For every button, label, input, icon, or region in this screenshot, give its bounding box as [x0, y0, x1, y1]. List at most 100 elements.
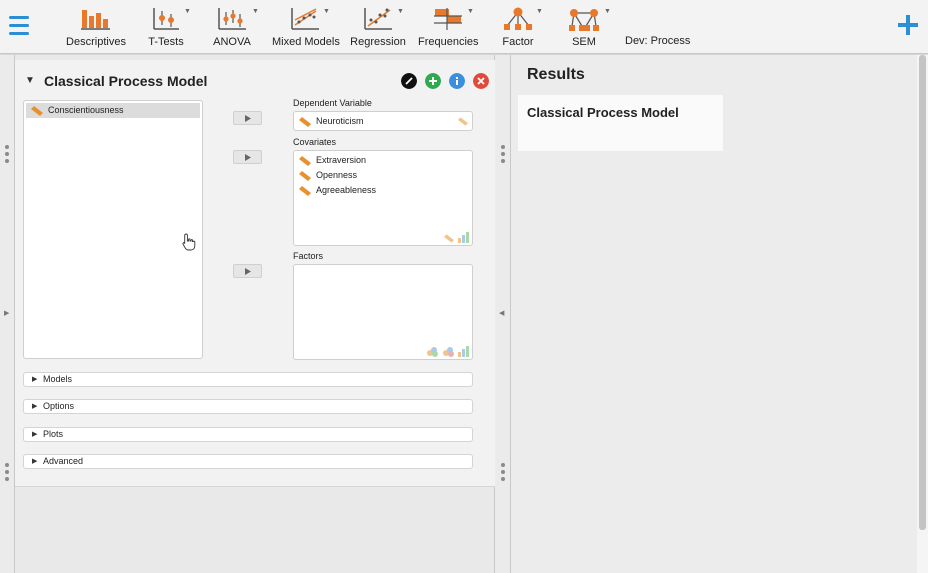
- list-item[interactable]: Openness: [294, 168, 472, 183]
- factors-list[interactable]: [293, 264, 473, 360]
- drag-handle-icon[interactable]: [501, 463, 505, 484]
- t-tests-label: T-Tests: [148, 36, 184, 48]
- collapse-analysis-icon[interactable]: ▼: [25, 75, 35, 86]
- drag-handle-icon[interactable]: [5, 145, 9, 166]
- t-tests-icon: [153, 8, 179, 30]
- dependent-variable-box[interactable]: Neuroticism: [293, 111, 473, 131]
- list-item[interactable]: Conscientiousness: [26, 103, 200, 118]
- covariates-label: Covariates: [293, 137, 337, 147]
- section-label: Plots: [43, 429, 64, 439]
- scale-type-hint-icon: [443, 234, 454, 243]
- descriptives-icon: [81, 10, 110, 30]
- drag-handle-icon[interactable]: [501, 145, 505, 166]
- variable-name: Extraversion: [316, 155, 367, 165]
- section-label: Models: [43, 374, 73, 384]
- nominal-type-hint-icon: [427, 347, 439, 357]
- ordinal-type-hint-icon: [458, 232, 469, 243]
- mixed-models-label: Mixed Models: [272, 36, 340, 48]
- list-item[interactable]: Extraversion: [294, 153, 472, 168]
- variable-name: Agreeableness: [316, 185, 377, 195]
- regression-dropdown-icon: ▼: [397, 8, 404, 15]
- expand-icon: ▶: [32, 431, 38, 438]
- hand-pointer-cursor-icon: [182, 233, 196, 251]
- regression-button[interactable]: Regression ▼: [350, 6, 406, 50]
- result-card[interactable]: Classical Process Model: [518, 95, 723, 151]
- analysis-title: Classical Process Model: [44, 73, 208, 89]
- dev-process-menu[interactable]: Dev: Process: [625, 35, 690, 47]
- panel-splitter[interactable]: ◀: [495, 55, 511, 573]
- scale-variable-icon: [299, 117, 311, 127]
- assign-factors-button[interactable]: [233, 264, 262, 278]
- mixed-models-dropdown-icon: ▼: [323, 8, 330, 15]
- anova-dropdown-icon: ▼: [252, 8, 259, 15]
- expand-icon: ▶: [32, 458, 38, 465]
- scale-variable-icon: [299, 186, 311, 196]
- mixed-models-icon: [291, 8, 319, 30]
- variable-name: Neuroticism: [316, 116, 364, 126]
- scale-variable-icon: [299, 171, 311, 181]
- assign-dependent-button[interactable]: [233, 111, 262, 125]
- anova-button[interactable]: ANOVA ▼: [212, 6, 259, 50]
- factor-dropdown-icon: ▼: [536, 8, 543, 15]
- add-module-plus-icon[interactable]: [897, 14, 919, 36]
- results-heading: Results: [527, 66, 585, 83]
- regression-icon: [364, 8, 392, 30]
- expand-data-icon[interactable]: ▶: [4, 309, 9, 317]
- frequencies-icon: [434, 8, 462, 30]
- factors-label: Factors: [293, 251, 324, 261]
- dependent-variable-label: Dependent Variable: [293, 98, 372, 108]
- t-tests-button[interactable]: T-Tests ▼: [146, 6, 191, 50]
- arrow-right-icon: [245, 268, 251, 275]
- assign-covariates-button[interactable]: [233, 150, 262, 164]
- section-options[interactable]: ▶ Options: [23, 399, 473, 414]
- drag-handle-icon[interactable]: [5, 463, 9, 484]
- expand-icon: ▶: [32, 403, 38, 410]
- arrow-right-icon: [245, 115, 251, 122]
- covariates-list[interactable]: Extraversion Openness Agreeableness: [293, 150, 473, 246]
- nominal-text-type-hint-icon: [442, 347, 454, 357]
- allowed-types-icons: [443, 230, 469, 243]
- sem-icon: [569, 9, 599, 31]
- analysis-form: ▼ Classical Process Model Conscientiousn…: [15, 60, 495, 487]
- result-title: Classical Process Model: [527, 105, 679, 120]
- section-label: Options: [43, 401, 75, 411]
- sem-label: SEM: [572, 36, 596, 48]
- frequencies-dropdown-icon: ▼: [467, 8, 474, 15]
- factor-label: Factor: [502, 36, 534, 48]
- close-analysis-icon[interactable]: [473, 73, 489, 89]
- ordinal-type-hint-icon: [458, 346, 469, 357]
- factor-icon: [504, 7, 532, 30]
- regression-label: Regression: [350, 36, 406, 48]
- frequencies-label: Frequencies: [418, 36, 479, 48]
- descriptives-button[interactable]: Descriptives: [66, 6, 126, 50]
- data-panel-collapsed-strip[interactable]: ▶: [0, 55, 15, 573]
- mixed-models-button[interactable]: Mixed Models ▼: [272, 6, 340, 50]
- duplicate-analysis-icon[interactable]: [425, 73, 441, 89]
- scrollbar-thumb[interactable]: [919, 55, 926, 530]
- ribbon-toolbar: Descriptives T-Tests ▼ ANOVA ▼ Mixed Mod…: [0, 0, 928, 54]
- t-tests-dropdown-icon: ▼: [184, 8, 191, 15]
- variable-name: Openness: [316, 170, 358, 180]
- arrow-right-icon: [245, 154, 251, 161]
- list-item[interactable]: Agreeableness: [294, 183, 472, 198]
- info-icon[interactable]: [449, 73, 465, 89]
- anova-icon: [218, 8, 246, 30]
- section-label: Advanced: [43, 456, 84, 466]
- section-models[interactable]: ▶ Models: [23, 372, 473, 387]
- collapse-left-icon[interactable]: ◀: [499, 309, 504, 317]
- variable-name: Conscientiousness: [48, 105, 124, 115]
- frequencies-button[interactable]: Frequencies ▼: [418, 6, 479, 50]
- scale-variable-icon: [31, 106, 43, 116]
- sem-button[interactable]: SEM ▼: [566, 6, 611, 50]
- factor-button[interactable]: Factor ▼: [500, 6, 543, 50]
- list-item[interactable]: Neuroticism: [294, 114, 472, 129]
- scale-variable-icon: [299, 156, 311, 166]
- results-scrollbar[interactable]: [917, 55, 928, 573]
- edit-title-icon[interactable]: [401, 73, 417, 89]
- section-plots[interactable]: ▶ Plots: [23, 427, 473, 442]
- available-variables-list[interactable]: Conscientiousness: [23, 100, 203, 359]
- hamburger-menu-icon[interactable]: [9, 16, 29, 36]
- section-advanced[interactable]: ▶ Advanced: [23, 454, 473, 469]
- scale-type-hint-icon: [458, 117, 468, 126]
- descriptives-label: Descriptives: [66, 36, 126, 48]
